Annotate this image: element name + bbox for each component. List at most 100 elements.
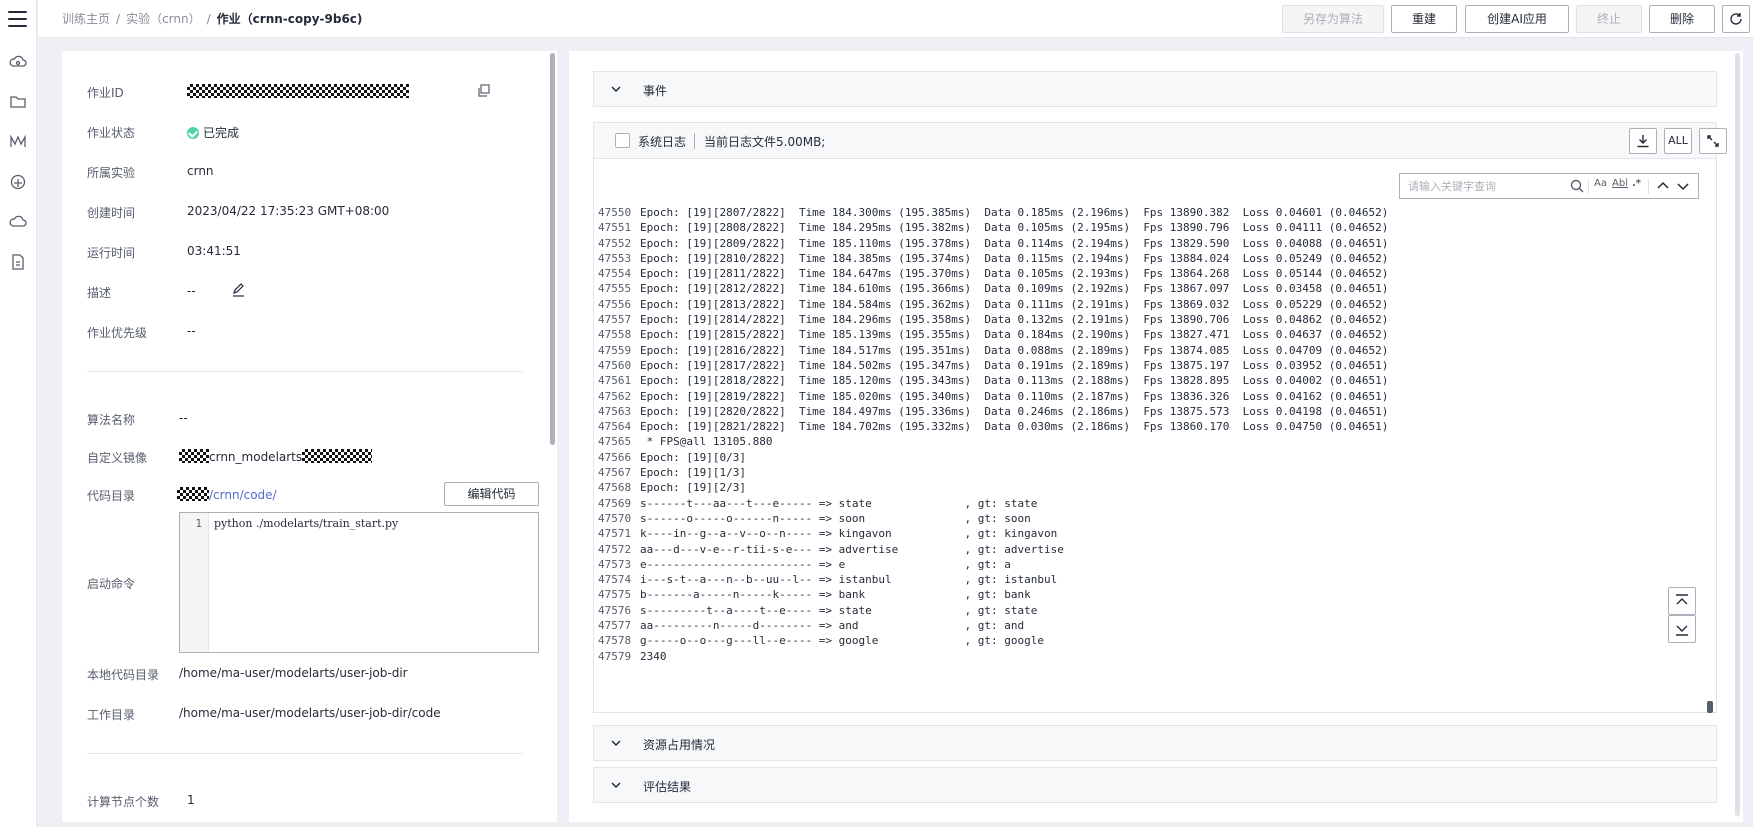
copy-icon[interactable]: [477, 84, 490, 100]
refresh-button[interactable]: [1722, 5, 1750, 33]
log-line: 47572 aa---d---v-e--r-tii-s-e--- => adver…: [598, 542, 1688, 557]
log-line: 47559 Epoch: [19][2816/2822] Time 184.517…: [598, 343, 1688, 358]
panel-scrollbar[interactable]: [550, 53, 555, 445]
search-icon[interactable]: [1570, 179, 1584, 196]
log-line-text: aa---d---v-e--r-tii-s-e--- => advertise …: [640, 542, 1064, 556]
separator: [1648, 179, 1649, 194]
experiment-link[interactable]: crnn: [187, 164, 214, 178]
evaluation-title: 评估结果: [643, 780, 692, 794]
log-line-text: Epoch: [19][2809/2822] Time 185.110ms (1…: [640, 236, 1389, 250]
resources-section[interactable]: 资源占用情况: [593, 725, 1717, 761]
pencil-icon[interactable]: [231, 282, 246, 300]
chevron-up-icon[interactable]: [1656, 179, 1670, 193]
top-bar: 训练主页 / 实验（crnn） / 作业（crnn-copy-9b6c) 另存为算法 重…: [38, 0, 1753, 38]
rebuild-button[interactable]: 重建: [1391, 5, 1457, 33]
resources-title: 资源占用情况: [643, 738, 716, 752]
log-line: 47558 Epoch: [19][2815/2822] Time 185.139…: [598, 327, 1688, 342]
log-line-text: Epoch: [19][2817/2822] Time 184.502ms (1…: [640, 358, 1389, 372]
log-line-text: g-----o--o---g---ll--e---- => google , g…: [640, 634, 1044, 648]
evaluation-section[interactable]: 评估结果: [593, 767, 1717, 803]
fullscreen-button[interactable]: [1699, 128, 1727, 154]
line-number: 1: [180, 513, 209, 652]
log-line-number: 47578: [598, 634, 632, 648]
image-label: 自定义镜像: [87, 451, 148, 465]
log-line-number: 47557: [598, 313, 632, 327]
document-icon[interactable]: [9, 253, 27, 271]
log-line: 47554 Epoch: [19][2811/2822] Time 184.647…: [598, 266, 1688, 281]
priority-value: --: [187, 324, 196, 338]
training-log: 系统日志 当前日志文件5.00MB; ALL Aa Abl .* 47550 Ep…: [593, 122, 1727, 713]
panel-scrollbar[interactable]: [1735, 53, 1740, 816]
work-dir-value: /home/ma-user/modelarts/user-job-dir/cod…: [179, 706, 441, 720]
edit-code-button[interactable]: 编辑代码: [444, 482, 539, 506]
delete-button[interactable]: 删除: [1649, 5, 1715, 33]
breadcrumb-home[interactable]: 训练主页: [62, 12, 110, 26]
code-dir-link[interactable]: /crnn/code/: [209, 488, 277, 502]
log-line-number: 47573: [598, 557, 632, 571]
deploy-icon[interactable]: [9, 173, 27, 191]
status-value: 已完成: [203, 126, 240, 140]
log-line: 47557 Epoch: [19][2814/2822] Time 184.296…: [598, 312, 1688, 327]
log-line-number: 47559: [598, 343, 632, 357]
log-line-text: Epoch: [19][2/3]: [640, 481, 746, 495]
created-value: 2023/04/22 17:35:23 GMT+08:00: [187, 204, 390, 218]
events-title: 事件: [643, 84, 668, 98]
node-count-label: 计算节点个数: [87, 795, 160, 809]
log-line: 47556 Epoch: [19][2813/2822] Time 184.584…: [598, 297, 1688, 312]
create-ai-app-button[interactable]: 创建AI应用: [1465, 5, 1569, 33]
start-cmd-label: 启动命令: [87, 577, 136, 591]
breadcrumb-experiment[interactable]: 实验（crnn）: [126, 12, 201, 26]
work-dir-label: 工作目录: [87, 708, 136, 722]
log-line-text: Epoch: [19][2815/2822] Time 185.139ms (1…: [640, 328, 1389, 342]
log-line-number: 47568: [598, 481, 632, 495]
system-log-label: 系统日志: [638, 135, 687, 149]
folder-icon[interactable]: [9, 93, 27, 111]
log-content[interactable]: 47550 Epoch: [19][2807/2822] Time 184.300…: [598, 205, 1688, 710]
log-line-text: Epoch: [19][2821/2822] Time 184.702ms (1…: [640, 420, 1389, 434]
log-line: 47577 aa---------n-----d-------- => and ,…: [598, 618, 1688, 633]
refresh-icon: [1730, 13, 1742, 25]
experiment-label: 所属实验: [87, 166, 136, 180]
log-line-text: Epoch: [19][2814/2822] Time 184.296ms (1…: [640, 313, 1389, 327]
start-command-text[interactable]: python ./modelarts/train_start.py: [214, 517, 398, 530]
all-log-button[interactable]: ALL: [1664, 128, 1692, 154]
divider: [87, 753, 523, 754]
log-line-text: e------------------------- => e , gt: a: [640, 557, 1011, 571]
hamburger-icon[interactable]: [8, 11, 27, 27]
log-line: 47566 Epoch: [19][0/3]: [598, 450, 1688, 465]
log-search-input[interactable]: [1408, 178, 1558, 194]
node-count-value: 1: [187, 793, 195, 807]
log-line-text: b-------a-----n-----k----- => bank , gt:…: [640, 588, 1031, 602]
log-line-text: Epoch: [19][1/3]: [640, 466, 746, 480]
log-line-number: 47567: [598, 466, 632, 480]
system-log-checkbox[interactable]: [615, 133, 630, 148]
job-info-panel: 作业ID 作业状态 已完成 所属实验 crnn 创建时间 2023/04/22 …: [62, 51, 557, 822]
log-line-text: * FPS@all 13105.880: [640, 435, 773, 449]
log-line: 47560 Epoch: [19][2817/2822] Time 184.502…: [598, 358, 1688, 373]
cloud-service-icon[interactable]: [9, 213, 27, 231]
cloud-icon[interactable]: [9, 53, 27, 71]
match-word-toggle[interactable]: Abl: [1612, 178, 1628, 189]
stop-button[interactable]: 终止: [1576, 5, 1642, 33]
model-icon[interactable]: [9, 133, 27, 151]
log-line-text: Epoch: [19][2820/2822] Time 184.497ms (1…: [640, 404, 1389, 418]
events-section[interactable]: 事件: [593, 71, 1717, 107]
save-as-algorithm-button[interactable]: 另存为算法: [1282, 5, 1384, 33]
match-case-toggle[interactable]: Aa: [1594, 178, 1607, 189]
download-button[interactable]: [1629, 128, 1657, 154]
log-line-text: Epoch: [19][2811/2822] Time 184.647ms (1…: [640, 267, 1389, 281]
log-line: 47561 Epoch: [19][2818/2822] Time 185.120…: [598, 373, 1688, 388]
log-line: 47573 e------------------------- => e , g…: [598, 557, 1688, 572]
log-scrollbar[interactable]: [1707, 701, 1713, 713]
log-line-number: 47566: [598, 450, 632, 464]
log-line: 47569 s------t---aa---t---e----- => state…: [598, 496, 1688, 511]
scroll-to-bottom-button[interactable]: [1668, 615, 1696, 643]
start-command-editor[interactable]: 1 python ./modelarts/train_start.py: [179, 512, 539, 653]
chevron-down-icon: [610, 737, 622, 749]
image-value: crnn_modelarts: [209, 450, 303, 464]
log-line-text: Epoch: [19][2810/2822] Time 184.385ms (1…: [640, 251, 1389, 265]
scroll-to-top-button[interactable]: [1668, 587, 1696, 615]
chevron-down-icon[interactable]: [1676, 179, 1690, 193]
chevron-down-icon: [610, 83, 622, 95]
regex-toggle[interactable]: .*: [1632, 178, 1641, 189]
